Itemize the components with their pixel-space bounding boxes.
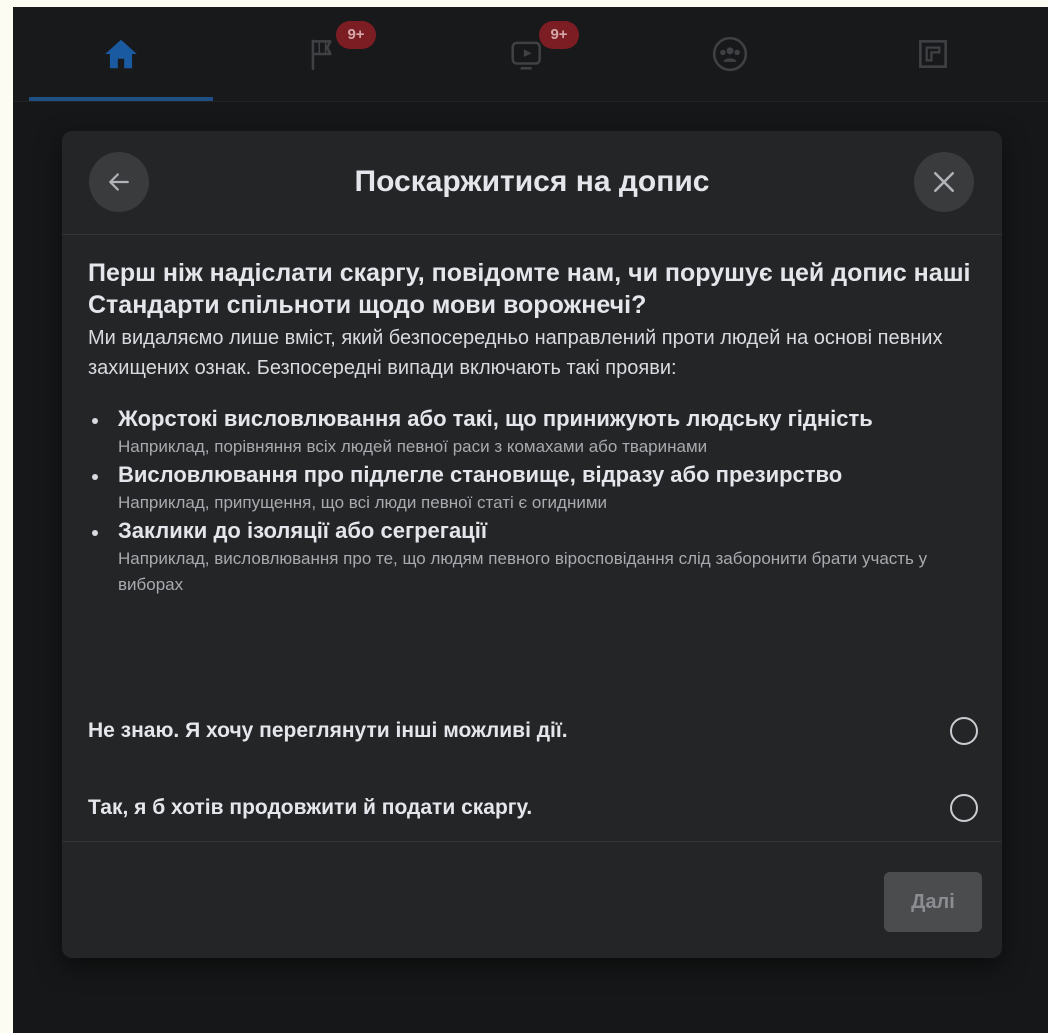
radio-button[interactable]	[950, 794, 978, 822]
list-item: Висловлювання про підлегле становище, ві…	[88, 460, 978, 516]
notification-badge: 9+	[539, 21, 579, 49]
list-item: Жорстокі висловлювання або такі, що прин…	[88, 404, 978, 460]
radio-button[interactable]	[950, 717, 978, 745]
option-dont-know[interactable]: Не знаю. Я хочу переглянути інші можливі…	[88, 701, 978, 761]
question-heading: Перш ніж надіслати скаргу, повідомте нам…	[88, 259, 971, 319]
tab-groups[interactable]	[638, 7, 822, 101]
home-icon	[105, 39, 137, 69]
close-icon	[934, 172, 954, 192]
list-item-example: Наприклад, порівняння всіх людей певної …	[118, 437, 708, 456]
tab-gaming[interactable]	[841, 7, 1025, 101]
examples-list: Жорстокі висловлювання або такі, що прин…	[88, 404, 978, 598]
option-label: Так, я б хотів продовжити й подати скарг…	[88, 796, 533, 819]
option-label: Не знаю. Я хочу переглянути інші можливі…	[88, 719, 568, 742]
dialog-header: Поскаржитися на допис	[62, 131, 1002, 235]
tab-watch[interactable]: 9+	[435, 7, 619, 101]
report-post-dialog: Поскаржитися на допис Перш ніж надіслати…	[62, 131, 1002, 958]
notification-badge: 9+	[336, 21, 376, 49]
gaming-icon	[919, 40, 947, 68]
dialog-footer: Далі	[62, 841, 1002, 958]
list-item-title: Висловлювання про підлегле становище, ві…	[118, 462, 843, 487]
dialog-body: Перш ніж надіслати скаргу, повідомте нам…	[88, 257, 978, 598]
top-navigation: 9+ 9+	[13, 7, 1048, 102]
tab-home[interactable]	[29, 7, 213, 101]
intro-text: Ми видаляємо лише вміст, який безпосеред…	[88, 327, 943, 379]
app-window: 9+ 9+ Поскаржитися на допис Перш ніж над…	[13, 7, 1048, 1033]
next-button[interactable]: Далі	[884, 872, 982, 932]
list-item-title: Жорстокі висловлювання або такі, що прин…	[118, 406, 873, 431]
groups-icon	[712, 36, 748, 72]
option-continue-report[interactable]: Так, я б хотів продовжити й подати скарг…	[88, 778, 978, 838]
list-item: Заклики до ізоляції або сегрегації Напри…	[88, 516, 978, 598]
close-button[interactable]	[914, 152, 974, 212]
list-item-title: Заклики до ізоляції або сегрегації	[118, 518, 488, 543]
dialog-title: Поскаржитися на допис	[354, 165, 710, 198]
list-item-example: Наприклад, висловлювання про те, що людя…	[118, 549, 928, 594]
list-item-example: Наприклад, припущення, що всі люди певно…	[118, 493, 608, 512]
tab-pages[interactable]: 9+	[232, 7, 416, 101]
